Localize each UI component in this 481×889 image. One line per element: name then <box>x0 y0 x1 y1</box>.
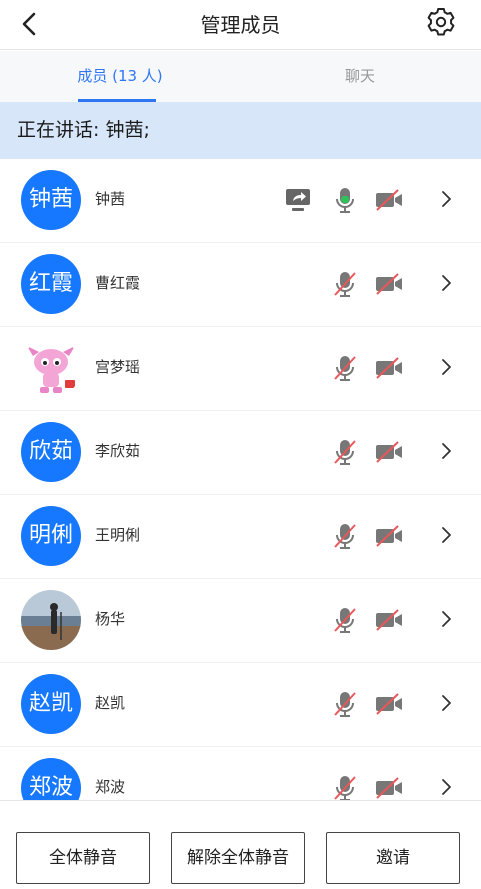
avatar <box>21 338 81 398</box>
camera-off-icon[interactable] <box>374 773 404 800</box>
member-name: 郑波 <box>95 778 126 796</box>
member-row[interactable]: 明俐 王明俐 <box>0 495 481 579</box>
member-row[interactable]: 宫梦瑶 <box>0 327 481 411</box>
chevron-right-icon[interactable] <box>436 777 456 797</box>
avatar: 明俐 <box>21 506 81 566</box>
tab-chat[interactable]: 聊天 <box>240 51 480 102</box>
member-row[interactable]: 钟茜 钟茜 <box>0 159 481 243</box>
member-list: 钟茜 钟茜 红霞 曹红霞 宫梦瑶 欣茹 李欣茹 明俐 王明俐 杨华 赵凯 赵凯 … <box>0 159 481 800</box>
avatar: 郑波 <box>21 758 81 800</box>
chevron-right-icon[interactable] <box>436 525 456 545</box>
member-name: 杨华 <box>95 610 126 628</box>
member-row[interactable]: 郑波 郑波 <box>0 747 481 800</box>
member-row[interactable]: 赵凯 赵凯 <box>0 663 481 747</box>
member-name: 钟茜 <box>95 190 126 208</box>
footer-bar: 全体静音 解除全体静音 邀请 <box>0 800 481 889</box>
camera-off-icon[interactable] <box>374 689 404 719</box>
screen-share-icon[interactable] <box>283 185 313 215</box>
camera-off-icon[interactable] <box>374 605 404 635</box>
microphone-off-icon[interactable] <box>330 437 360 467</box>
chevron-right-icon[interactable] <box>436 441 456 461</box>
microphone-off-icon[interactable] <box>330 521 360 551</box>
invite-button[interactable]: 邀请 <box>326 832 460 884</box>
microphone-icon[interactable] <box>330 185 360 215</box>
microphone-off-icon[interactable] <box>330 605 360 635</box>
member-row[interactable]: 红霞 曹红霞 <box>0 243 481 327</box>
avatar <box>21 590 81 650</box>
header: 管理成员 <box>0 0 481 50</box>
chevron-right-icon[interactable] <box>436 693 456 713</box>
microphone-off-icon[interactable] <box>330 773 360 800</box>
mute-all-button[interactable]: 全体静音 <box>16 832 150 884</box>
camera-off-icon[interactable] <box>374 521 404 551</box>
avatar: 欣茹 <box>21 422 81 482</box>
camera-off-icon[interactable] <box>374 185 404 215</box>
gear-icon[interactable] <box>424 5 458 39</box>
tab-members[interactable]: 成员 (13 人) <box>0 51 240 102</box>
member-row[interactable]: 欣茹 李欣茹 <box>0 411 481 495</box>
member-name: 曹红霞 <box>95 274 141 292</box>
chevron-right-icon[interactable] <box>436 609 456 629</box>
avatar: 赵凯 <box>21 674 81 734</box>
page-title: 管理成员 <box>200 13 281 37</box>
microphone-off-icon[interactable] <box>330 689 360 719</box>
tab-bar: 成员 (13 人) 聊天 <box>0 51 481 102</box>
member-name: 宫梦瑶 <box>95 358 141 376</box>
chevron-right-icon[interactable] <box>436 189 456 209</box>
microphone-off-icon[interactable] <box>330 353 360 383</box>
speaking-banner: 正在讲话: 钟茜; <box>0 102 481 159</box>
chevron-right-icon[interactable] <box>436 273 456 293</box>
member-name: 王明俐 <box>95 526 141 544</box>
member-row[interactable]: 杨华 <box>0 579 481 663</box>
camera-off-icon[interactable] <box>374 353 404 383</box>
avatar: 红霞 <box>21 254 81 314</box>
microphone-off-icon[interactable] <box>330 269 360 299</box>
unmute-all-button[interactable]: 解除全体静音 <box>171 832 305 884</box>
avatar: 钟茜 <box>21 170 81 230</box>
camera-off-icon[interactable] <box>374 269 404 299</box>
chevron-right-icon[interactable] <box>436 357 456 377</box>
member-name: 李欣茹 <box>95 442 141 460</box>
member-name: 赵凯 <box>95 694 126 712</box>
camera-off-icon[interactable] <box>374 437 404 467</box>
